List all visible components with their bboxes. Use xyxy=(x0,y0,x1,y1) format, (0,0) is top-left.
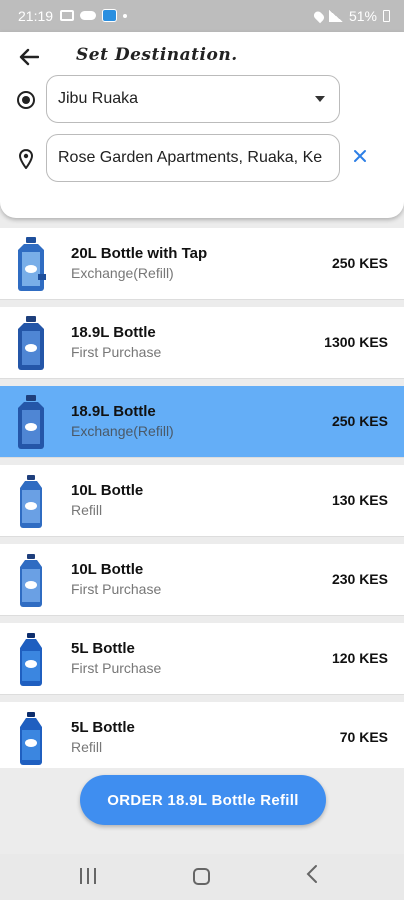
product-row[interactable]: 10L Bottle Refill 130 KES xyxy=(0,465,404,537)
product-name: 18.9L Bottle xyxy=(71,324,156,341)
notification-icons xyxy=(60,9,127,22)
product-type: Exchange(Refill) xyxy=(71,265,174,281)
product-row[interactable]: 18.9L Bottle First Purchase 1300 KES xyxy=(0,307,404,379)
product-price: 250 KES xyxy=(331,413,388,429)
battery-level: 51% xyxy=(348,8,377,24)
caret-down-icon xyxy=(315,96,325,102)
product-name: 18.9L Bottle xyxy=(71,403,156,420)
water-bottle-icon xyxy=(18,316,44,370)
back-icon[interactable] xyxy=(306,864,318,888)
product-type: Refill xyxy=(71,502,103,518)
product-row-selected[interactable]: 18.9L Bottle Exchange(Refill) 250 KES xyxy=(0,386,404,458)
gallery-icon xyxy=(60,10,74,21)
recents-icon[interactable] xyxy=(80,868,96,884)
water-bottle-icon xyxy=(18,395,44,449)
product-name: 10L Bottle xyxy=(71,482,144,499)
product-price: 230 KES xyxy=(331,571,388,587)
water-bottle-icon xyxy=(18,237,46,291)
system-icons: 51% xyxy=(312,8,390,24)
arrow-left-icon[interactable] xyxy=(16,44,42,70)
status-bar: 21:19 51% xyxy=(0,0,404,32)
status-time: 21:19 xyxy=(18,8,54,24)
product-row[interactable]: 20L Bottle with Tap Exchange(Refill) 250… xyxy=(0,228,404,300)
product-type: First Purchase xyxy=(71,344,162,360)
battery-icon xyxy=(383,10,390,22)
water-bottle-icon xyxy=(20,633,42,686)
map-pin-icon xyxy=(17,148,35,170)
close-icon[interactable] xyxy=(350,146,370,168)
product-type: First Purchase xyxy=(71,581,162,597)
product-type: First Purchase xyxy=(71,660,162,676)
order-button[interactable]: ORDER 18.9L Bottle Refill xyxy=(80,775,326,825)
product-price: 120 KES xyxy=(331,650,388,666)
page-title: Set Destination. xyxy=(76,45,238,65)
app-notification-icon xyxy=(102,9,117,22)
product-price: 1300 KES xyxy=(324,334,388,350)
product-name: 5L Bottle xyxy=(71,640,135,657)
cloud-icon xyxy=(80,11,96,20)
location-icon xyxy=(312,9,326,23)
more-notifications-icon xyxy=(123,13,127,18)
destination-input-value: Rose Garden Apartments, Ruaka, Ke xyxy=(58,149,323,166)
product-row[interactable]: 5L Bottle Refill 70 KES xyxy=(0,702,404,774)
home-icon[interactable] xyxy=(193,868,210,885)
product-type: Refill xyxy=(71,739,103,755)
water-bottle-icon xyxy=(20,712,42,765)
origin-select-value: Jibu Ruaka xyxy=(58,90,139,107)
product-name: 20L Bottle with Tap xyxy=(71,245,208,262)
radio-target-icon xyxy=(17,91,35,109)
origin-select[interactable]: Jibu Ruaka xyxy=(46,75,340,123)
product-price: 250 KES xyxy=(331,255,388,271)
signal-icon xyxy=(328,10,343,22)
product-row[interactable]: 10L Bottle First Purchase 230 KES xyxy=(0,544,404,616)
product-type: Exchange(Refill) xyxy=(71,423,174,439)
water-bottle-icon xyxy=(20,475,42,528)
water-bottle-icon xyxy=(20,554,42,607)
product-name: 5L Bottle xyxy=(71,719,135,736)
destination-input[interactable]: Rose Garden Apartments, Ruaka, Ke xyxy=(46,134,340,182)
product-list: 20L Bottle with Tap Exchange(Refill) 250… xyxy=(0,228,404,781)
product-price: 70 KES xyxy=(339,729,388,745)
product-name: 10L Bottle xyxy=(71,561,144,578)
product-row[interactable]: 5L Bottle First Purchase 120 KES xyxy=(0,623,404,695)
system-nav-bar xyxy=(0,854,404,900)
product-price: 130 KES xyxy=(331,492,388,508)
